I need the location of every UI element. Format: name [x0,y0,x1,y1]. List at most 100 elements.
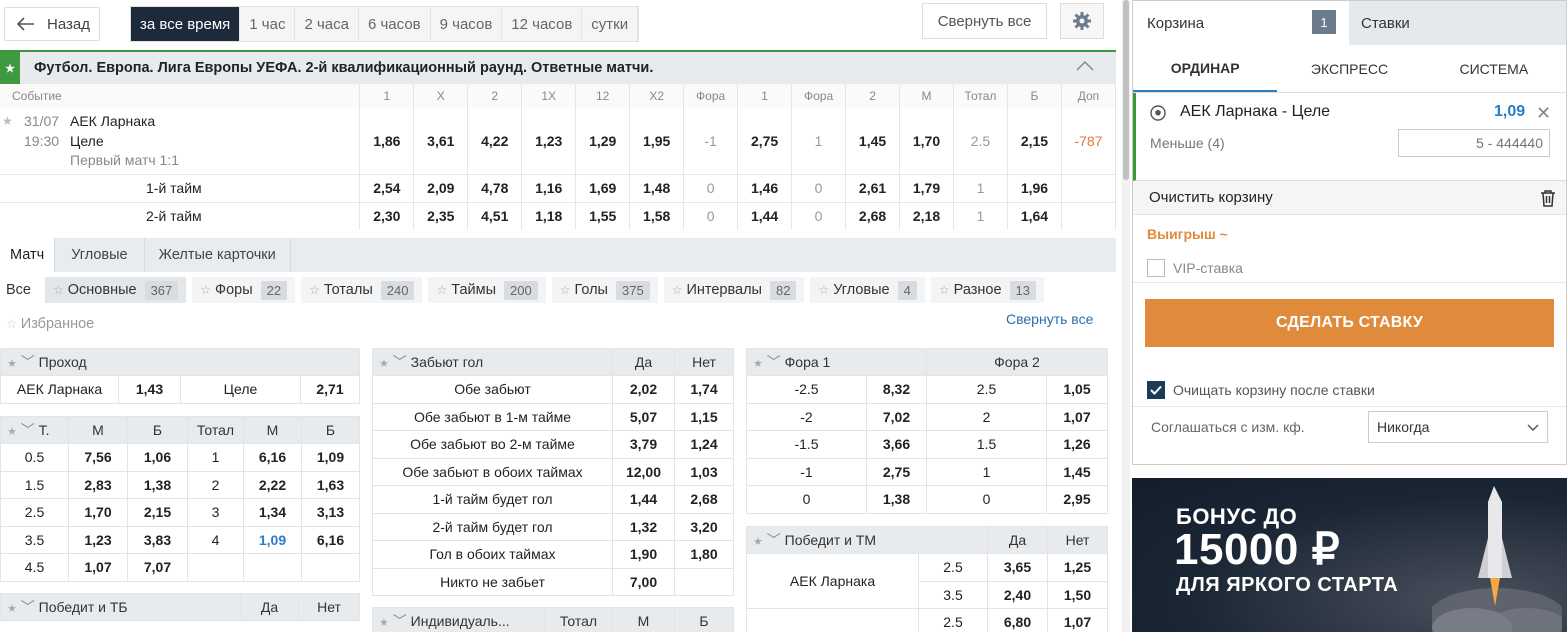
chevron-up-icon[interactable] [1076,60,1094,72]
odd-cell[interactable]: 2,71 [300,375,360,404]
filter-halves[interactable]: ☆ Таймы 200 [428,277,546,303]
odd-cell[interactable]: 1,50 [1047,580,1108,609]
odd-cell[interactable]: 4,78 [467,173,523,202]
odd-cell[interactable]: 3,20 [674,512,734,541]
odd-cell[interactable]: 2,68 [845,201,901,230]
odd-cell[interactable]: 1,23 [68,525,128,554]
odd-cell[interactable]: 1,18 [521,201,577,230]
odd-cell[interactable]: 1,69 [575,173,631,202]
time-filter-2h[interactable]: 2 часа [295,7,359,41]
filter-handicaps[interactable]: ☆ Форы 22 [192,277,296,303]
market-header[interactable]: ★ ﹀ Индивидуаль... [372,607,545,632]
odd-cell[interactable]: 1,29 [575,108,631,174]
time-filter-9h[interactable]: 9 часов [431,7,503,41]
star-icon[interactable]: ★ [7,426,17,438]
odds-change-select[interactable]: Никогда [1368,411,1548,443]
odd-cell[interactable]: 1,45 [845,108,901,174]
odd-cell[interactable]: 7,02 [866,402,927,431]
odd-cell[interactable]: 3,83 [127,525,188,554]
star-icon[interactable]: ★ [7,358,17,370]
odd-cell[interactable]: 2,95 [1046,485,1108,514]
odd-cell[interactable]: 1,96 [1007,173,1062,202]
filter-all[interactable]: Все [0,277,39,303]
market-header[interactable]: ★ ﹀ Победит и ТМ [746,526,988,554]
odd-cell[interactable]: 1,38 [866,485,927,514]
collapse-all-link[interactable]: Свернуть все [1006,311,1093,327]
odd-cell[interactable]: 5,07 [612,402,675,431]
odd-cell[interactable]: 2,18 [899,201,954,230]
page-scrollbar[interactable] [1122,0,1130,632]
tab-system[interactable]: СИСТЕМА [1422,45,1566,92]
odd-cell[interactable]: 1,70 [899,108,954,174]
market-header[interactable]: ★ ﹀ Т. [0,416,69,444]
odd-cell[interactable]: 2,75 [866,457,927,486]
odd-cell[interactable]: 2,68 [674,485,734,514]
odd-cell[interactable]: 1,64 [1007,201,1062,230]
odd-cell[interactable]: 1,15 [674,402,734,431]
odd-cell[interactable]: 1,86 [359,108,415,174]
odd-cell[interactable]: 7,07 [127,553,188,582]
odd-cell[interactable]: 1,43 [118,375,181,404]
odd-cell[interactable]: 1,03 [674,457,734,486]
time-filter-1h[interactable]: 1 час [240,7,296,41]
time-filter-6h[interactable]: 6 часов [359,7,431,41]
odd-cell[interactable]: 3,66 [866,430,927,459]
vip-bet-checkbox[interactable]: VIP-ставка [1133,253,1566,283]
odd-cell[interactable]: 2,54 [359,173,415,202]
collapse-all-button[interactable]: Свернуть все [922,3,1047,39]
star-icon[interactable]: ★ [7,603,17,615]
odd-cell[interactable]: 1,16 [521,173,577,202]
odd-cell[interactable]: 1,74 [674,375,734,404]
time-filter-12h[interactable]: 12 часов [502,7,583,41]
market-header[interactable]: ★ ﹀ Забьют гол [372,348,613,376]
odd-cell[interactable]: 2,40 [987,580,1048,609]
odd-cell[interactable]: 2,15 [127,498,188,527]
market-header[interactable]: ★ ﹀ Победит и ТБ [0,593,241,621]
star-icon[interactable]: ★ [753,536,763,548]
filter-totals[interactable]: ☆ Тоталы 240 [301,277,423,303]
tab-express[interactable]: ЭКСПРЕСС [1277,45,1421,92]
place-bet-button[interactable]: СДЕЛАТЬ СТАВКУ [1145,299,1554,347]
promo-banner[interactable]: БОНУС ДО 15000 ₽ ДЛЯ ЯРКОГО СТАРТА [1132,478,1567,632]
star-icon[interactable]: ★ [379,358,389,370]
odd-cell[interactable]: 1,80 [674,540,734,569]
odd-cell[interactable]: 3,65 [987,553,1048,582]
odd-cell[interactable]: 8,32 [866,375,927,404]
odd-cell[interactable]: 1,63 [301,470,360,499]
odd-cell[interactable]: 7,00 [612,567,675,596]
star-icon[interactable]: ★ [379,617,389,629]
odd-cell[interactable]: 1,48 [629,173,685,202]
odd-cell[interactable]: 2,22 [243,470,302,499]
favorite-star-icon[interactable]: ★ [2,114,13,128]
scrollbar-thumb[interactable] [1123,0,1129,180]
tab-cart[interactable]: Корзина 1 [1133,1,1349,45]
odd-cell[interactable]: 4,51 [467,201,523,230]
odd-cell[interactable]: 1,32 [612,512,675,541]
odd-cell-selected[interactable]: 1,09 [243,525,302,554]
odd-cell[interactable]: 1,55 [575,201,631,230]
event-info-cell[interactable]: ★ 31/07 19:30 АЕК Ларнака Целе Первый ма… [0,108,361,174]
filter-corners[interactable]: ☆ Угловые 4 [810,277,925,303]
filter-goals[interactable]: ☆ Голы 375 [551,277,658,303]
odd-cell[interactable]: 6,16 [243,443,302,472]
odd-cell[interactable]: 1,46 [737,173,793,202]
stake-input[interactable] [1398,129,1550,157]
odd-cell[interactable]: 1,23 [521,108,577,174]
odd-cell[interactable]: 1,09 [301,443,360,472]
odd-cell[interactable]: 1,90 [612,540,675,569]
odd-cell[interactable]: 1,07 [68,553,128,582]
filter-favorites[interactable]: ☆ Избранное [0,311,102,337]
odd-cell[interactable]: 7,56 [68,443,128,472]
favorite-star-icon[interactable]: ★ [0,52,20,84]
odd-cell[interactable]: 3,79 [612,430,675,459]
time-filter-day[interactable]: сутки [582,7,639,41]
odd-cell[interactable]: 1,70 [68,498,128,527]
filter-misc[interactable]: ☆ Разное 13 [930,277,1044,303]
odd-cell[interactable]: 1,58 [629,201,685,230]
odd-cell[interactable]: 1,38 [127,470,188,499]
trash-icon[interactable] [1540,189,1556,207]
tab-bets[interactable]: Ставки [1349,1,1566,45]
odd-cell[interactable]: 1,26 [1046,430,1108,459]
odd-cell[interactable]: 2,30 [359,201,415,230]
odd-cell[interactable]: 1,06 [127,443,188,472]
